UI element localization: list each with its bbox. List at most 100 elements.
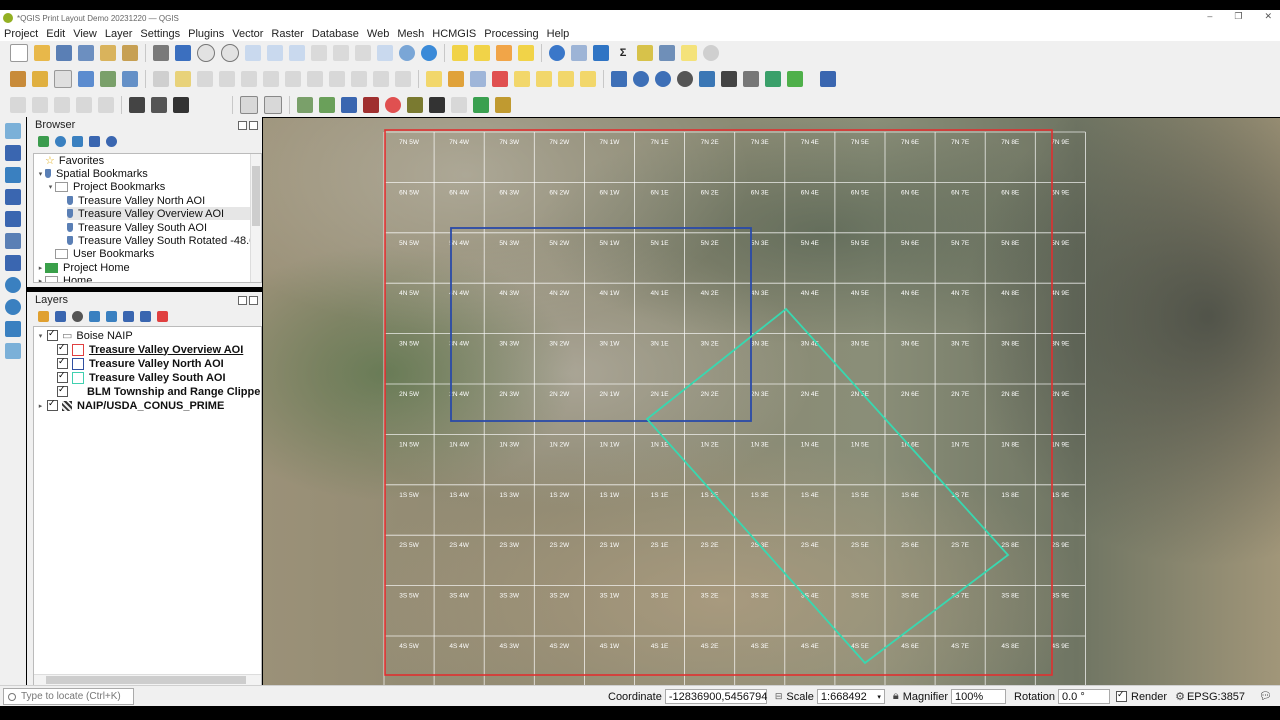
statistics-sigma-icon[interactable]: Σ [615,45,631,61]
filter-icon[interactable] [72,135,83,147]
layer-checkbox[interactable] [47,328,58,341]
layer-checkbox[interactable] [57,370,68,383]
browser-scrollbar[interactable] [250,154,261,282]
select-move-icon[interactable] [151,97,167,113]
raster-calc-icon[interactable] [407,97,423,113]
select-location-icon[interactable] [518,45,534,61]
layer-checkbox[interactable] [57,384,68,397]
add-selected-icon[interactable] [38,135,49,147]
layers-float-button[interactable] [238,295,247,305]
zoom-in-icon[interactable] [197,44,215,62]
menu-vector[interactable]: Vector [228,28,267,40]
menu-web[interactable]: Web [363,28,393,40]
layer-group-boise-naip[interactable]: ▾▭Boise NAIP [36,328,133,342]
map-canvas[interactable]: 7N 5W 7N 4W 7N 3W 7N 2W 7N 1W 7N 1E 7N 2E 7N 3E… [263,118,1280,685]
filter-legend-icon[interactable] [89,310,100,322]
add-virtual-layer-icon[interactable] [5,343,21,359]
menu-processing[interactable]: Processing [480,28,542,40]
pan-to-selection-icon[interactable] [175,45,191,61]
browser-item-user-bookmarks[interactable]: User Bookmarks [55,247,154,260]
render-checkbox[interactable] [1116,689,1127,702]
menu-plugins[interactable]: Plugins [184,28,228,40]
lock-icon[interactable]: 🔒︎ [893,690,899,703]
identify-icon[interactable] [549,45,565,61]
layer-checkbox[interactable] [57,356,68,369]
browser-item-project-bookmarks[interactable]: ▾ Project Bookmarks [46,180,166,193]
search-plugin-icon[interactable] [473,97,489,113]
add-mesh-layer-icon[interactable] [5,167,21,183]
annotation-icon[interactable] [659,45,675,61]
open-project-icon[interactable] [34,45,50,61]
cut-features-icon[interactable] [307,71,323,87]
toggle-editing-icon[interactable] [175,71,191,87]
add-group-icon[interactable] [55,310,66,322]
add-feature-icon[interactable] [219,71,235,87]
label-show-hide-icon[interactable] [492,71,508,87]
layer-item-blm-township[interactable]: BLM Township and Range Clippe [55,384,260,398]
extent-icon[interactable] [240,96,258,114]
zoom-extent-icon[interactable] [264,96,282,114]
screenshot-icon[interactable] [429,97,445,113]
add-postgis-icon[interactable] [5,255,21,271]
browser-item-favorites[interactable]: ☆ Favorites [36,154,104,168]
label-highlight-icon[interactable] [470,71,486,87]
menu-settings[interactable]: Settings [136,28,184,40]
select-features-icon[interactable] [452,45,468,61]
print-layout-icon[interactable] [100,45,116,61]
layer-styling-icon[interactable] [38,310,49,322]
help-icon[interactable] [820,71,836,87]
magnifier-spinbox[interactable]: 100% [951,689,1007,704]
plugin-gear-icon[interactable] [703,45,719,61]
rotation-spinbox[interactable]: 0.0 ° [1058,689,1110,704]
hcmgis-globe-icon[interactable] [633,71,649,87]
save-edits-icon[interactable] [197,71,213,87]
map-tips-icon[interactable] [681,45,697,61]
info-icon[interactable] [106,135,117,147]
layer-item-south-aoi[interactable]: Treasure Valley South AOI [55,370,226,384]
terrain-icon[interactable] [787,71,803,87]
temporal-icon[interactable] [399,45,415,61]
shield-plugin-icon[interactable] [765,71,781,87]
coordinate-field[interactable]: -12836900,5456794 [664,689,767,704]
browser-close-button[interactable] [249,120,258,130]
layer-item-naip[interactable]: ▸NAIP/USDA_CONUS_PRIME [36,398,225,412]
zoom-native-icon[interactable] [311,45,327,61]
filter-expression-icon[interactable] [106,310,117,322]
plugin-tools-icon[interactable] [495,97,511,113]
remove-layer-icon[interactable] [157,310,168,322]
add-mesh-icon[interactable] [100,71,116,87]
close-window-button[interactable]: ✕ [1264,11,1272,22]
measure-line-icon[interactable] [451,97,467,113]
add-raster-layer-icon[interactable] [5,145,21,161]
delete-selected-icon[interactable] [285,71,301,87]
georef-icon[interactable] [129,97,145,113]
menu-raster[interactable]: Raster [267,28,307,40]
browser-item-project-home[interactable]: ▸ Project Home [36,261,130,274]
paste-features-icon[interactable] [351,71,367,87]
network-icon[interactable] [743,71,759,87]
save-project-icon[interactable] [56,45,72,61]
zoom-next-icon[interactable] [355,45,371,61]
hcmgis-network-icon[interactable] [677,71,693,87]
add-delimited-icon[interactable] [5,189,21,205]
menu-help[interactable]: Help [543,28,574,40]
layer-item-north-aoi[interactable]: Treasure Valley North AOI [55,356,224,370]
browser-item-bookmark[interactable]: Treasure Valley North AOI [67,194,205,207]
add-raster-icon[interactable] [78,71,94,87]
new-map-view-icon[interactable] [377,45,393,61]
label-pin-icon[interactable] [448,71,464,87]
python-console-icon[interactable] [699,71,715,87]
new-geopackage-icon[interactable] [32,71,48,87]
vector-tool-icon[interactable] [297,97,313,113]
add-wcs-layer-icon[interactable] [5,321,21,337]
redo-icon[interactable] [395,71,411,87]
add-vector-icon[interactable] [54,70,72,88]
layers-hscrollbar[interactable] [34,674,261,685]
scale-combo[interactable]: 1:668492 ▾ [816,689,885,704]
hcmgis-basemap-icon[interactable] [611,71,627,87]
save-as-icon[interactable] [78,45,94,61]
browser-item-spatial-bookmarks[interactable]: ▾ Spatial Bookmarks [36,167,148,180]
swap-arrows-icon[interactable] [173,97,189,113]
digitize-rectangle-icon[interactable] [76,97,92,113]
add-spatialite-icon[interactable] [5,233,21,249]
